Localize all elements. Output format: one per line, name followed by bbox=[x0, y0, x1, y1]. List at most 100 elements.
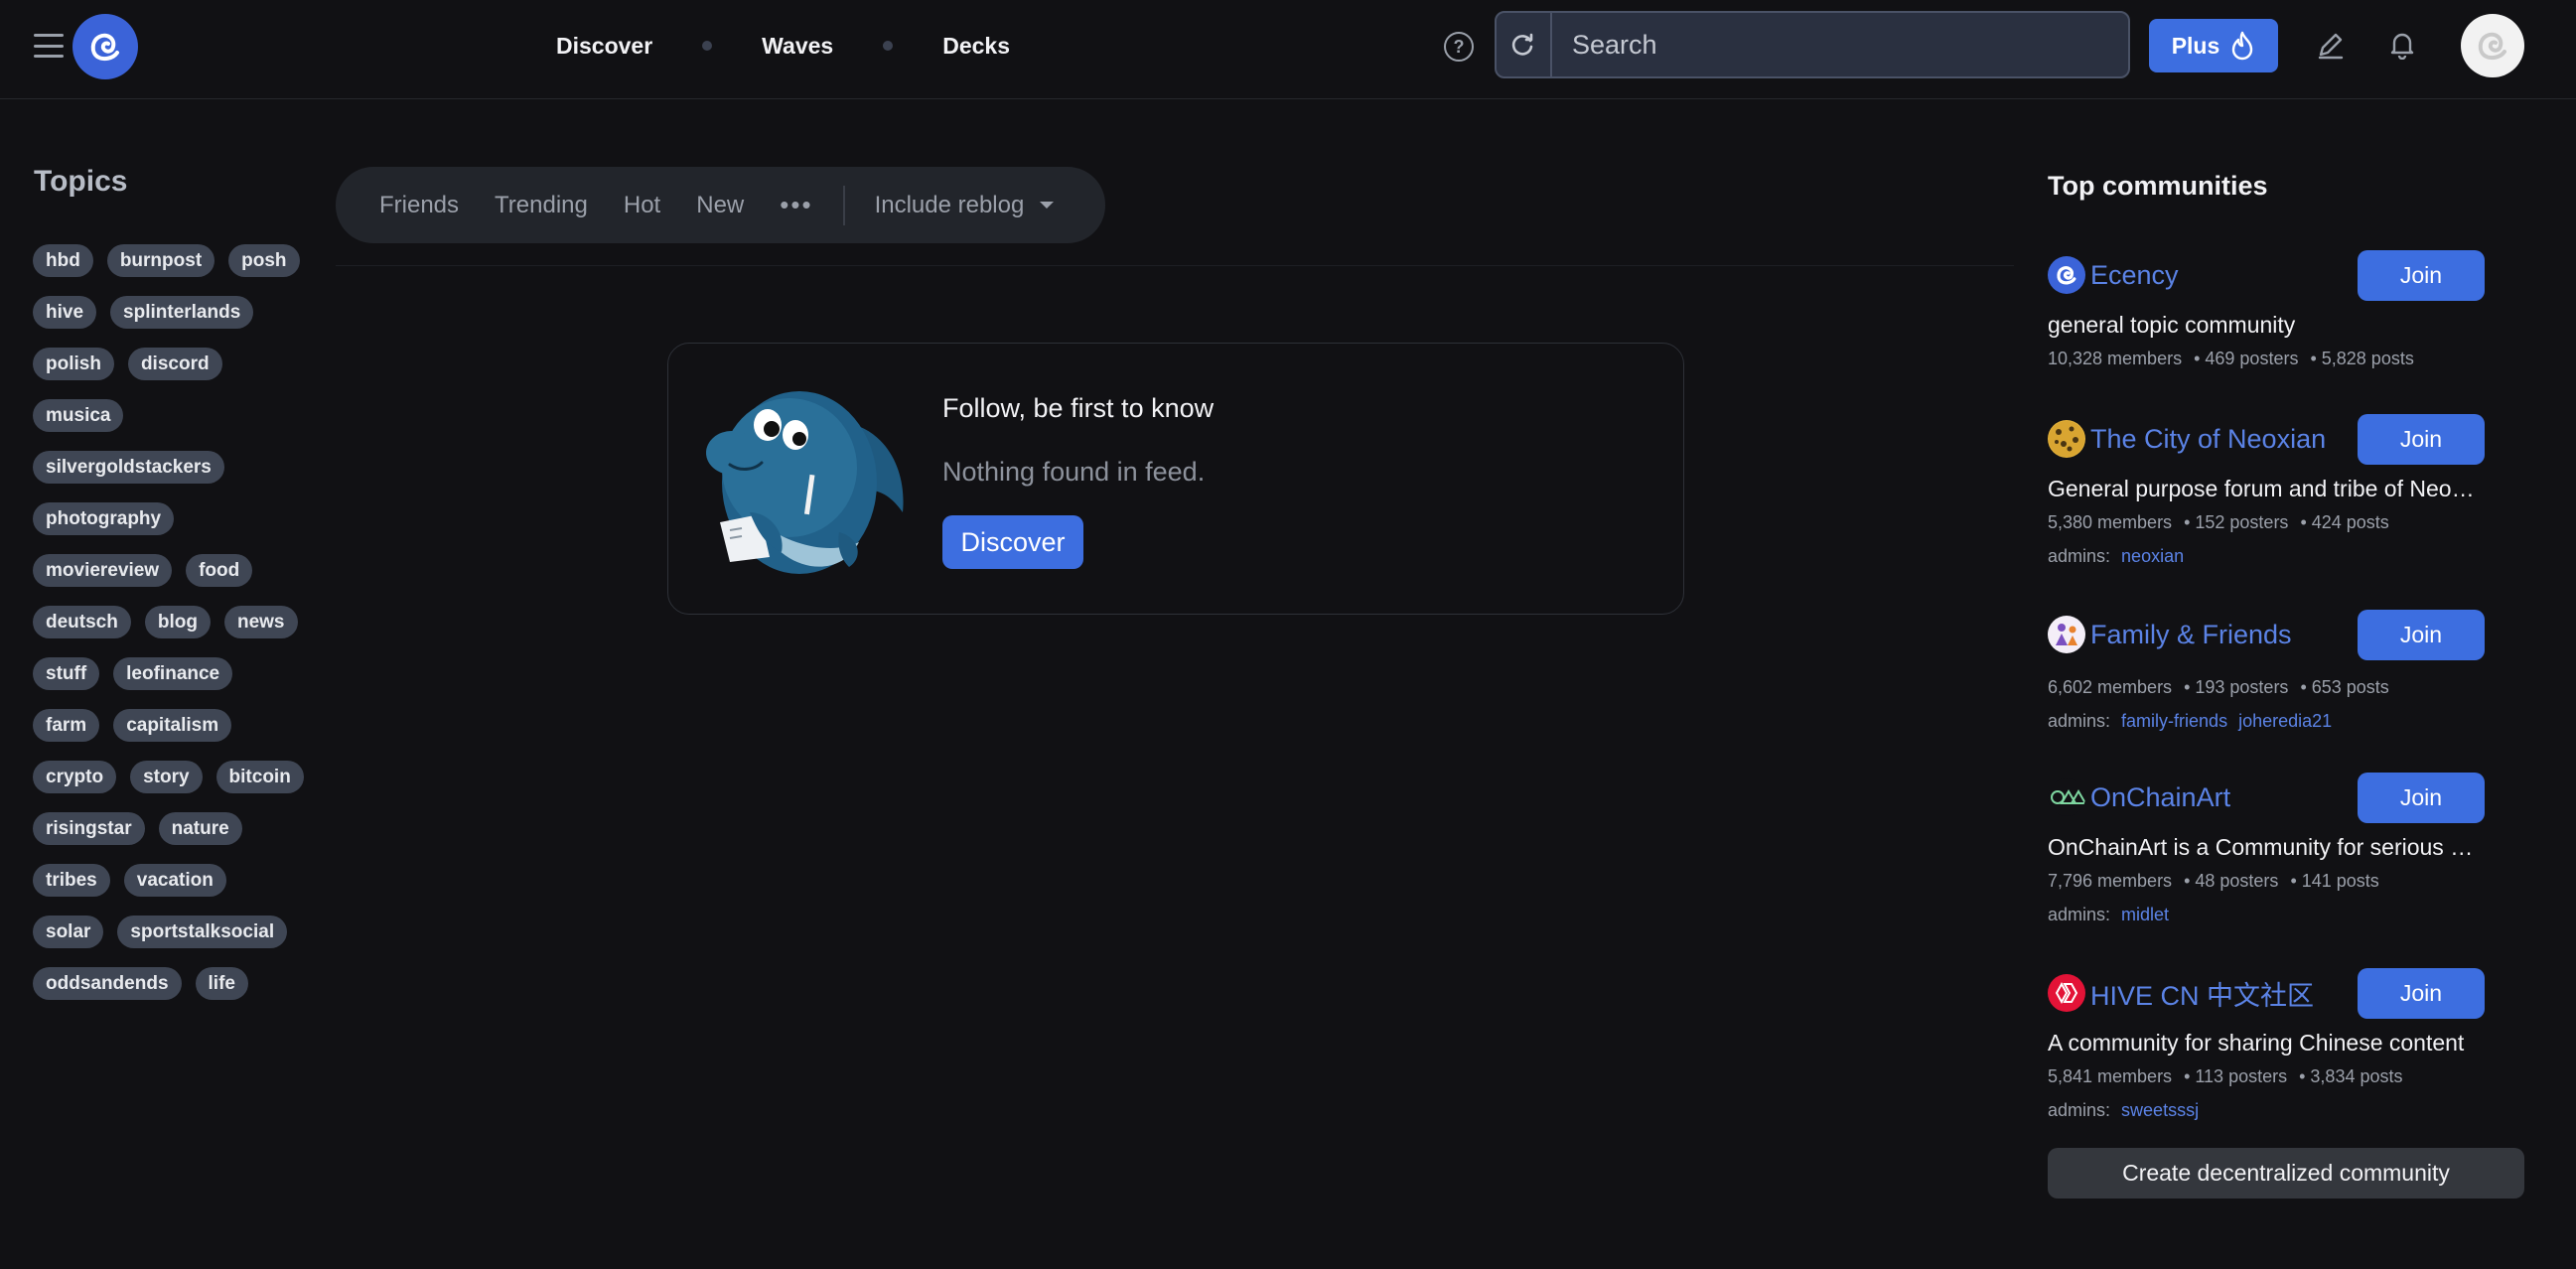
bell-icon[interactable] bbox=[2387, 30, 2417, 60]
posts-count: 141 posts bbox=[2301, 871, 2379, 891]
filter-new[interactable]: New bbox=[696, 192, 744, 219]
create-community-button[interactable]: Create decentralized community bbox=[2048, 1148, 2524, 1198]
topic-tag[interactable]: life bbox=[195, 967, 248, 1000]
join-button[interactable]: Join bbox=[2358, 250, 2485, 301]
community-description: OnChainArt is a Community for serious ar… bbox=[2048, 834, 2475, 860]
more-filters-icon[interactable]: ••• bbox=[780, 190, 812, 220]
topic-tag[interactable]: news bbox=[223, 606, 298, 638]
members-count: 10,328 members bbox=[2048, 349, 2183, 368]
empty-feed-title: Follow, be first to know bbox=[942, 393, 1215, 423]
filter-friends[interactable]: Friends bbox=[379, 192, 459, 219]
admin-link[interactable]: midlet bbox=[2121, 905, 2169, 924]
admins-label: admins: bbox=[2048, 711, 2111, 731]
join-button[interactable]: Join bbox=[2358, 610, 2485, 660]
community-name[interactable]: Family & Friends bbox=[2090, 620, 2292, 650]
topic-tag[interactable]: polish bbox=[33, 348, 114, 380]
topic-tag[interactable]: capitalism bbox=[113, 709, 232, 742]
include-reblog-dropdown[interactable]: Include reblog bbox=[875, 192, 1055, 219]
ecency-logo-icon[interactable] bbox=[72, 14, 138, 79]
topic-tag[interactable]: food bbox=[186, 554, 253, 587]
filter-separator bbox=[842, 185, 845, 225]
help-icon[interactable]: ? bbox=[1444, 32, 1474, 62]
community-name[interactable]: OnChainArt bbox=[2090, 782, 2230, 813]
topic-tag[interactable]: splinterlands bbox=[110, 296, 254, 329]
top-communities-title: Top communities bbox=[2048, 171, 2268, 201]
posters-count: 193 posters bbox=[2195, 677, 2289, 697]
search-input[interactable] bbox=[1552, 29, 2128, 61]
topic-tag[interactable]: solar bbox=[33, 916, 104, 948]
nav-decks[interactable]: Decks bbox=[942, 33, 1010, 60]
topic-tag[interactable]: leofinance bbox=[113, 657, 233, 690]
topic-tag[interactable]: stuff bbox=[33, 657, 100, 690]
community-name[interactable]: Ecency bbox=[2090, 260, 2179, 291]
topic-tag[interactable]: posh bbox=[228, 244, 300, 277]
leopard-community-icon bbox=[2048, 420, 2085, 458]
topic-tag[interactable]: blog bbox=[144, 606, 211, 638]
community-description: A community for sharing Chinese content bbox=[2048, 1030, 2465, 1056]
topic-tag[interactable]: risingstar bbox=[33, 812, 145, 845]
topic-tag[interactable]: story bbox=[130, 761, 203, 793]
topic-tag[interactable]: photography bbox=[33, 502, 175, 535]
posts-count: 3,834 posts bbox=[2310, 1066, 2403, 1086]
admin-link[interactable]: sweetsssj bbox=[2121, 1100, 2199, 1120]
nav-separator bbox=[702, 41, 713, 51]
whale-mascot-icon bbox=[706, 391, 904, 574]
search-refresh-icon[interactable] bbox=[1497, 13, 1552, 76]
community-card: OnChainArt Join OnChainArt is a Communit… bbox=[2048, 773, 2485, 925]
main-nav: Discover Waves Decks bbox=[556, 28, 1010, 64]
admin-link[interactable]: neoxian bbox=[2121, 546, 2184, 566]
community-name[interactable]: The City of Neoxian bbox=[2090, 424, 2326, 455]
topic-tag[interactable]: crypto bbox=[33, 761, 117, 793]
topic-tag[interactable]: farm bbox=[33, 709, 100, 742]
topic-tag[interactable]: musica bbox=[33, 399, 124, 432]
community-card: The City of Neoxian Join General purpose… bbox=[2048, 414, 2485, 567]
topic-tag[interactable]: silvergoldstackers bbox=[33, 451, 224, 484]
topic-tag[interactable]: discord bbox=[127, 348, 222, 380]
community-stats: 5,841 members • 113 posters • 3,834 posts bbox=[2048, 1066, 2403, 1086]
feed-filter-bar: Friends Trending Hot New ••• Include reb… bbox=[336, 167, 1105, 243]
nav-waves[interactable]: Waves bbox=[762, 33, 833, 60]
filter-hot[interactable]: Hot bbox=[624, 192, 660, 219]
community-admins: admins: sweetsssj bbox=[2048, 1100, 2485, 1121]
community-admins: admins: neoxian bbox=[2048, 546, 2485, 567]
posters-count: 152 posters bbox=[2195, 512, 2289, 532]
discover-button[interactable]: Discover bbox=[942, 515, 1083, 569]
user-avatar[interactable] bbox=[2461, 14, 2524, 77]
posters-count: 113 posters bbox=[2195, 1066, 2288, 1086]
community-name[interactable]: HIVE CN 中文社区 bbox=[2090, 974, 2314, 1013]
join-button[interactable]: Join bbox=[2358, 414, 2485, 465]
plus-label: Plus bbox=[2171, 32, 2220, 59]
hive-community-icon bbox=[2048, 974, 2085, 1012]
topic-tag[interactable]: hbd bbox=[33, 244, 93, 277]
topic-tag[interactable]: burnpost bbox=[106, 244, 215, 277]
admin-link[interactable]: family-friends bbox=[2121, 711, 2227, 731]
members-count: 6,602 members bbox=[2048, 677, 2173, 697]
filter-trending[interactable]: Trending bbox=[495, 192, 588, 219]
topic-tag[interactable]: tribes bbox=[33, 864, 110, 897]
topic-tag[interactable]: vacation bbox=[123, 864, 226, 897]
top-header: Discover Waves Decks ? Plus bbox=[0, 0, 2576, 99]
topic-tag[interactable]: moviereview bbox=[33, 554, 173, 587]
feed-divider bbox=[336, 265, 2014, 266]
topic-tag[interactable]: nature bbox=[158, 812, 242, 845]
admin-link[interactable]: joheredia21 bbox=[2238, 711, 2332, 731]
topic-tag[interactable]: sportstalksocial bbox=[117, 916, 288, 948]
topic-tag[interactable]: hive bbox=[33, 296, 97, 329]
onchainart-community-icon bbox=[2048, 778, 2085, 816]
plus-button[interactable]: Plus bbox=[2149, 19, 2278, 72]
menu-icon[interactable] bbox=[34, 34, 64, 58]
pencil-icon[interactable] bbox=[2316, 30, 2346, 60]
ecency-community-icon bbox=[2048, 256, 2085, 294]
community-stats: 5,380 members • 152 posters • 424 posts bbox=[2048, 512, 2389, 532]
topics-tag-list: hbd burnpost posh hive splinterlands polish di… bbox=[33, 244, 311, 1000]
topic-tag[interactable]: oddsandends bbox=[33, 967, 182, 1000]
community-stats: 7,796 members • 48 posters • 141 posts bbox=[2048, 871, 2379, 891]
topic-tag[interactable]: deutsch bbox=[33, 606, 131, 638]
topic-tag[interactable]: bitcoin bbox=[215, 761, 304, 793]
nav-discover[interactable]: Discover bbox=[556, 33, 652, 60]
community-description: general topic community bbox=[2048, 312, 2296, 338]
admins-label: admins: bbox=[2048, 546, 2111, 566]
posts-count: 5,828 posts bbox=[2321, 349, 2414, 368]
join-button[interactable]: Join bbox=[2358, 968, 2485, 1019]
join-button[interactable]: Join bbox=[2358, 773, 2485, 823]
